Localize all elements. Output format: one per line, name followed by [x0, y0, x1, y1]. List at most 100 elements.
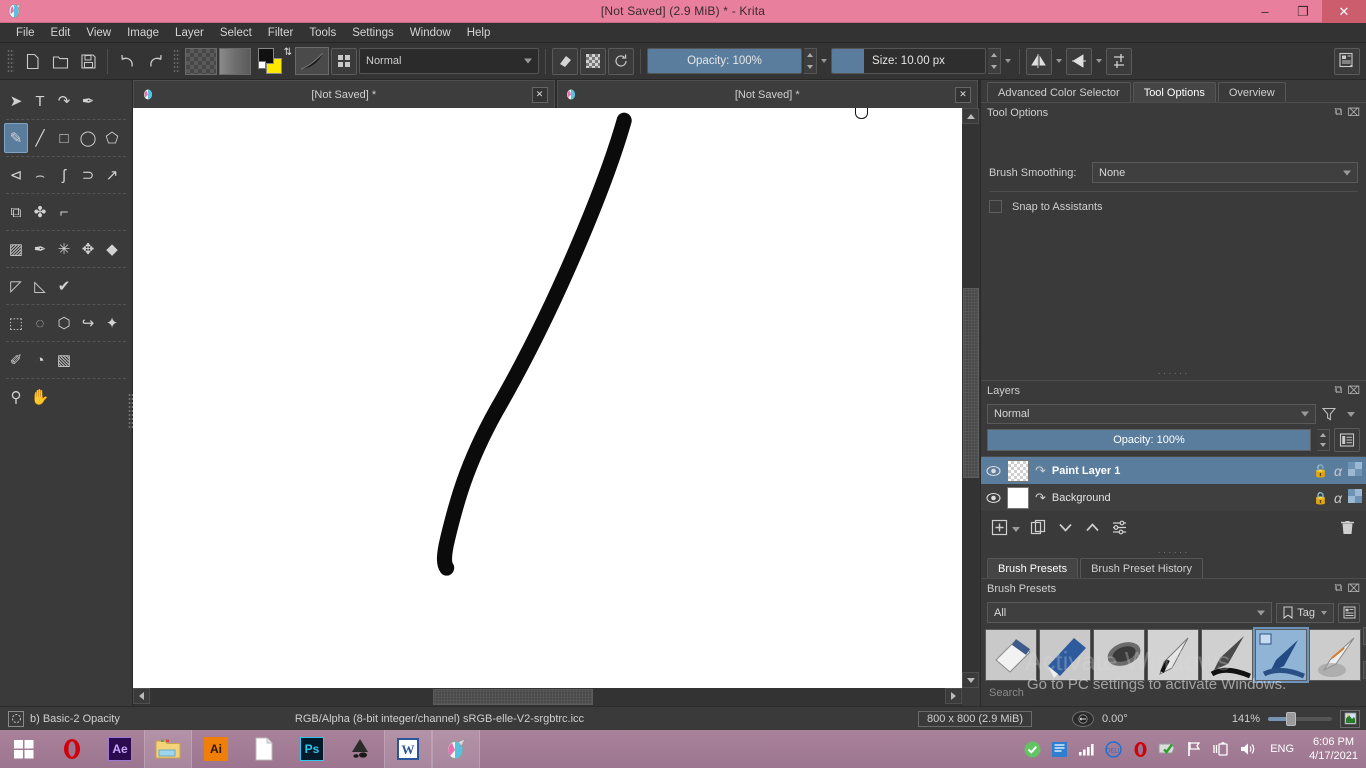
status-zoom-value[interactable]: 141% [1206, 713, 1260, 725]
shape-select-tool[interactable]: ➤ [4, 86, 28, 116]
battery-tray-icon[interactable] [1212, 740, 1230, 758]
docker-tab-overview[interactable]: Overview [1217, 82, 1286, 102]
layer-thumbnail[interactable] [1007, 459, 1029, 482]
brush-size-spinner[interactable] [988, 48, 1001, 74]
close-button[interactable]: ✕ [1322, 0, 1366, 23]
ellipse-tool[interactable]: ◯ [76, 123, 100, 153]
layer-properties-panel-icon[interactable] [1334, 428, 1360, 452]
mirror-h-chevron-icon[interactable] [1054, 59, 1064, 63]
brush-presets-view-options-icon[interactable] [1338, 602, 1360, 623]
colorize-mask-tool[interactable]: ✳ [52, 234, 76, 264]
calligraphy-tool[interactable]: ✒ [76, 86, 100, 116]
scroll-up-arrow-icon[interactable] [962, 108, 979, 124]
magnetic-selection-tool[interactable]: ◔ [28, 345, 52, 375]
horizontal-scroll-thumb[interactable] [433, 689, 593, 705]
layer-lock-icon[interactable]: 🔒 [1313, 491, 1328, 505]
brush-preset-basic-2-opacity[interactable] [1253, 627, 1309, 683]
canvas-horizontal-scrollbar[interactable] [133, 688, 962, 706]
status-document-size[interactable]: 800 x 800 (2.9 MiB) [918, 710, 1032, 727]
menu-item-select[interactable]: Select [212, 25, 260, 41]
workspace-chooser-icon[interactable] [1334, 47, 1360, 75]
polygonal-selection-tool[interactable]: ⬡ [52, 308, 76, 338]
preserve-alpha-icon[interactable] [580, 47, 606, 75]
add-layer-icon[interactable] [991, 519, 1008, 539]
layer-alpha-icon[interactable]: α [1334, 463, 1342, 479]
bluestacks-tray-icon[interactable] [1050, 740, 1068, 758]
after-effects-taskbar-icon[interactable]: Ae [96, 730, 144, 768]
save-file-icon[interactable] [75, 48, 101, 75]
toolbar-grip[interactable] [7, 49, 14, 73]
crop-tool[interactable]: ⌐ [52, 197, 76, 227]
move-layer-up-icon[interactable] [1084, 519, 1101, 539]
reload-preset-icon[interactable] [608, 47, 634, 75]
layer-name[interactable]: Paint Layer 1 [1052, 465, 1307, 477]
brush-docker-tab-brush-presets[interactable]: Brush Presets [987, 558, 1079, 578]
transform-tool[interactable]: ⧉ [4, 197, 28, 227]
gradient-tool[interactable]: ▨ [4, 234, 28, 264]
patterns-icon[interactable] [219, 47, 251, 75]
clock[interactable]: 6:06 PM 4/17/2021 [1309, 735, 1358, 763]
canvas-paper[interactable] [133, 108, 962, 688]
photoshop-taskbar-icon[interactable]: Ps [288, 730, 336, 768]
brush-preset-eraser-soft[interactable] [985, 629, 1037, 681]
brush-docker-tab-brush-preset-history[interactable]: Brush Preset History [1080, 558, 1203, 578]
dynamic-brush-tool[interactable]: ⊃ [76, 160, 100, 190]
float-docker-icon[interactable]: ⧉ [1334, 582, 1342, 595]
move-tool[interactable]: ✤ [28, 197, 52, 227]
polyline-tool[interactable]: ⊲ [4, 160, 28, 190]
mirror-vertical-icon[interactable] [1066, 47, 1092, 75]
snap-to-assistants-checkbox[interactable] [989, 200, 1002, 213]
layer-filter-icon[interactable] [1320, 404, 1338, 424]
opacity-options-chevron-icon[interactable] [819, 59, 829, 63]
scroll-down-arrow-icon[interactable] [962, 672, 979, 688]
docker-splitter-1[interactable]: ······ [981, 368, 1366, 379]
layer-alpha-inherit-icon[interactable] [1348, 462, 1362, 479]
docker-tab-advanced-color-selector[interactable]: Advanced Color Selector [987, 82, 1131, 102]
tag-button[interactable]: Tag [1276, 602, 1334, 623]
layer-name[interactable]: Background [1052, 492, 1307, 504]
menu-item-window[interactable]: Window [402, 25, 459, 41]
contiguous-selection-tool[interactable]: ✦ [100, 308, 124, 338]
multibrush-tool[interactable]: ↗ [100, 160, 124, 190]
notepad-taskbar-icon[interactable] [240, 730, 288, 768]
text-tool[interactable]: T [28, 86, 52, 116]
layer-filter-chevron-icon[interactable] [1342, 404, 1360, 424]
language-indicator[interactable]: ENG [1270, 743, 1294, 755]
edit-shapes-tool[interactable]: ↷ [52, 86, 76, 116]
canvas-viewport[interactable] [133, 108, 962, 688]
flag-tray-icon[interactable] [1185, 740, 1203, 758]
brush-preset-airbrush-soft[interactable] [1093, 629, 1145, 681]
menu-item-settings[interactable]: Settings [344, 25, 402, 41]
toolbar-grip-2[interactable] [173, 49, 180, 73]
freehand-path-tool[interactable]: ʃ [52, 160, 76, 190]
open-file-icon[interactable] [47, 48, 73, 75]
float-docker-icon[interactable]: ⧉ [1334, 384, 1342, 397]
duplicate-layer-icon[interactable] [1030, 519, 1047, 539]
wrap-around-icon[interactable] [1106, 47, 1132, 75]
measure-tool[interactable]: ◸ [4, 271, 28, 301]
document-tab-close-icon[interactable]: ✕ [531, 86, 548, 103]
layer-properties-icon[interactable] [1111, 519, 1128, 539]
minimize-button[interactable]: – [1246, 0, 1284, 23]
brush-preset-ink-pen-fine[interactable] [1147, 629, 1199, 681]
layer-visibility-icon[interactable] [985, 490, 1001, 506]
zoom-slider[interactable] [1268, 711, 1332, 726]
document-tab[interactable]: [Not Saved] * ✕ [133, 80, 555, 108]
layer-visibility-icon[interactable] [985, 463, 1001, 479]
docker-tab-tool-options[interactable]: Tool Options [1132, 82, 1216, 102]
polygon-tool[interactable]: ⬠ [100, 123, 124, 153]
delete-layer-icon[interactable] [1339, 519, 1356, 539]
brush-preset-preview[interactable] [295, 47, 329, 75]
status-rotation-value[interactable]: 0.00° [1102, 713, 1156, 725]
brush-smoothing-select[interactable]: None [1092, 162, 1358, 183]
inkscape-taskbar-icon[interactable] [336, 730, 384, 768]
brush-presets-search-row[interactable]: Search [981, 683, 1366, 703]
rectangle-tool[interactable]: □ [52, 123, 76, 153]
menu-item-layer[interactable]: Layer [167, 25, 212, 41]
shield-tray-icon[interactable] [1158, 740, 1176, 758]
new-file-icon[interactable] [19, 48, 45, 75]
menu-item-filter[interactable]: Filter [260, 25, 302, 41]
layer-thumbnail[interactable] [1007, 486, 1029, 509]
opera-taskbar-icon[interactable] [48, 730, 96, 768]
volume-tray-icon[interactable] [1239, 740, 1257, 758]
